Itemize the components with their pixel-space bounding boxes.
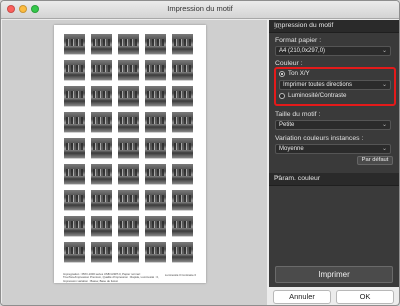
title-bar: Impression du motif xyxy=(1,1,399,19)
pattern-tile xyxy=(172,60,193,81)
section-header-print-pattern[interactable]: Impression du motif ︿ xyxy=(269,20,399,33)
dialog-buttons: Annuler OK xyxy=(268,287,399,305)
chevron-up-icon: ︿ xyxy=(274,23,281,30)
pattern-tile xyxy=(91,164,112,185)
pattern-tile xyxy=(118,190,139,211)
motif-size-label: Taille du motif : xyxy=(275,111,321,118)
pattern-tile xyxy=(145,34,166,55)
print-pattern-window: Impression du motif Impregnation : PRO-1… xyxy=(0,0,400,306)
chevron-down-icon: ⌄ xyxy=(381,82,387,88)
radio-luminosity-contrast[interactable] xyxy=(279,93,285,99)
pattern-tile xyxy=(91,190,112,211)
ok-button[interactable]: OK xyxy=(336,290,394,304)
pattern-tile xyxy=(172,112,193,133)
pattern-tile xyxy=(91,216,112,237)
print-mode-value: Imprimer toutes directions xyxy=(283,82,353,88)
pattern-tile xyxy=(64,190,85,211)
print-adjustment-text: Luminosité 0 Contraste 0 xyxy=(164,273,196,277)
pattern-tile xyxy=(145,86,166,107)
pattern-tile xyxy=(145,138,166,159)
motif-size-value: Petite xyxy=(279,122,295,128)
pattern-tile xyxy=(64,216,85,237)
pattern-tile xyxy=(172,34,193,55)
chevron-down-icon: ⌄ xyxy=(381,146,387,152)
settings-panel: Impression du motif ︿ Format papier : A4… xyxy=(269,20,399,305)
pattern-tile xyxy=(118,242,139,263)
pattern-tile xyxy=(64,112,85,133)
pattern-tile xyxy=(91,138,112,159)
pattern-tile xyxy=(91,34,112,55)
print-mode-select[interactable]: Imprimer toutes directions ⌄ xyxy=(279,80,391,90)
pattern-tile xyxy=(172,164,193,185)
pattern-tile xyxy=(172,242,193,263)
chevron-down-icon: ⌄ xyxy=(381,122,387,128)
window-title: Impression du motif xyxy=(167,4,233,13)
pattern-tile xyxy=(64,86,85,107)
paper-format-value: A4 (210,0x297,0) xyxy=(279,48,326,54)
color-label: Couleur : xyxy=(275,60,303,67)
pattern-tile xyxy=(145,60,166,81)
pattern-tile xyxy=(118,60,139,81)
pattern-tile xyxy=(145,190,166,211)
print-button[interactable]: Imprimer xyxy=(275,266,393,283)
print-info-text: Impregnation : PRO-1000 series USB GNRT-… xyxy=(63,272,159,283)
pattern-tile xyxy=(91,112,112,133)
pattern-tile xyxy=(64,242,85,263)
print-preview-area: Impregnation : PRO-1000 series USB GNRT-… xyxy=(2,20,267,305)
radio-ton-xy-label: Ton X/Y xyxy=(288,70,310,77)
pattern-tile xyxy=(118,112,139,133)
pattern-tile xyxy=(91,242,112,263)
pattern-tile xyxy=(145,242,166,263)
section-header-color-params[interactable]: Param. couleur ﹀ xyxy=(269,173,399,186)
variation-value: Moyenne xyxy=(279,146,304,152)
pattern-tile xyxy=(172,86,193,107)
chevron-down-icon: ﹀ xyxy=(274,176,281,183)
paper-preview: Impregnation : PRO-1000 series USB GNRT-… xyxy=(54,25,206,283)
variation-select[interactable]: Moyenne ⌄ xyxy=(275,144,391,154)
pattern-tile xyxy=(64,138,85,159)
default-button[interactable]: Par défaut xyxy=(357,156,393,165)
pattern-tile xyxy=(145,112,166,133)
radio-luminosity-contrast-label: Luminosité/Contraste xyxy=(288,92,347,99)
pattern-tile xyxy=(91,60,112,81)
variation-label: Variation couleurs instances : xyxy=(275,135,364,142)
radio-ton-xy[interactable] xyxy=(279,71,285,77)
pattern-tile xyxy=(118,86,139,107)
pattern-tile xyxy=(172,138,193,159)
pattern-tile xyxy=(64,34,85,55)
paper-format-select[interactable]: A4 (210,0x297,0) ⌄ xyxy=(275,46,391,56)
pattern-tile xyxy=(64,60,85,81)
pattern-tile xyxy=(118,34,139,55)
pattern-tile xyxy=(145,164,166,185)
pattern-tile xyxy=(91,86,112,107)
pattern-tile xyxy=(145,216,166,237)
pattern-tile xyxy=(64,164,85,185)
chevron-down-icon: ⌄ xyxy=(381,48,387,54)
pattern-tile xyxy=(118,216,139,237)
paper-format-label: Format papier : xyxy=(275,37,322,44)
motif-size-select[interactable]: Petite ⌄ xyxy=(275,120,391,130)
cancel-button[interactable]: Annuler xyxy=(273,290,331,304)
pattern-tiles xyxy=(64,34,196,270)
pattern-tile xyxy=(172,190,193,211)
pattern-tile xyxy=(118,164,139,185)
pattern-tile xyxy=(172,216,193,237)
pattern-tile xyxy=(118,138,139,159)
